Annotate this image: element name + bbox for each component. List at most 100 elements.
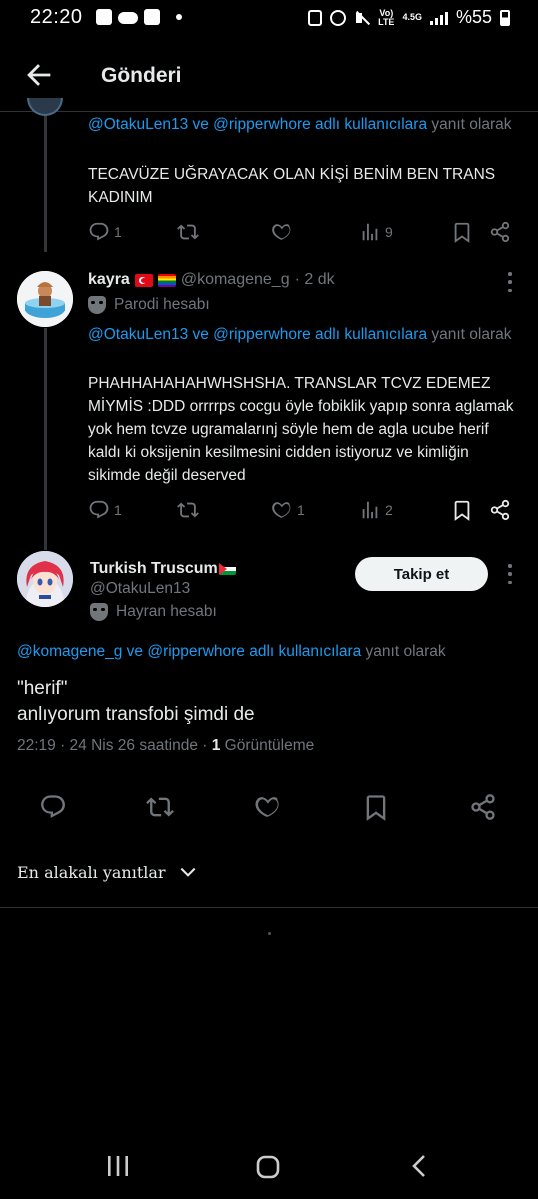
battery-text: %55 <box>455 7 492 27</box>
views-button[interactable]: 9 <box>359 220 393 244</box>
views-label: Görüntüleme <box>224 737 315 754</box>
cloud-icon <box>118 12 138 24</box>
views-icon <box>362 501 378 519</box>
share-icon <box>490 221 510 243</box>
reply-to-suffix: yanıt olarak <box>365 643 446 660</box>
box-icon <box>144 9 160 25</box>
retweet-button[interactable] <box>146 793 176 823</box>
reply-icon <box>41 795 65 818</box>
tweet-text-line: anlıyorum transfobi şimdi de <box>17 704 255 725</box>
thread-line <box>44 328 47 550</box>
author-row: kayra @komagene_g · 2 dk <box>88 271 335 289</box>
avatar-image <box>17 551 73 607</box>
tweet-text-line: "herif" <box>17 678 68 699</box>
main-tweet-actions <box>0 793 538 823</box>
views-button[interactable]: 2 <box>359 498 393 522</box>
reply-button[interactable]: 1 <box>88 498 122 522</box>
bookmark-button[interactable] <box>362 793 392 823</box>
avatar[interactable] <box>17 271 73 327</box>
status-time: 22:20 <box>30 6 83 28</box>
reply-to-links[interactable]: @komagene_g ve @ripperwhore adlı kullanı… <box>17 643 361 660</box>
signal-icon <box>429 11 448 25</box>
tweet-timestamp: 22:19 · 24 Nis 26 saatinde · <box>17 737 208 754</box>
home-icon <box>256 1155 280 1179</box>
reply-context: @OtakuLen13 ve @ripperwhore adlı kullanı… <box>88 324 518 346</box>
reply-button[interactable]: 1 <box>88 220 122 244</box>
like-button[interactable] <box>271 220 293 244</box>
clipboard-icon <box>308 9 323 26</box>
mask-icon <box>90 603 108 621</box>
reply-to-links[interactable]: @OtakuLen13 ve @ripperwhore adlı kullanı… <box>88 326 427 343</box>
tweet-actions: 1 9 <box>88 220 518 244</box>
box-icon <box>96 9 112 25</box>
avatar-image <box>17 271 73 327</box>
thread-line <box>44 112 47 252</box>
mask-icon <box>88 296 106 314</box>
top-header: Gönderi <box>0 46 538 112</box>
retweet-icon <box>177 224 199 240</box>
reply-to-suffix: yanıt olarak <box>431 326 512 343</box>
divider <box>0 907 538 908</box>
recent-apps-icon <box>108 1156 128 1176</box>
views-count: 2 <box>385 502 393 518</box>
heart-icon <box>272 224 291 240</box>
volte-icon: Vo) LTE <box>378 7 395 27</box>
like-count: 1 <box>297 502 305 518</box>
share-icon <box>490 499 510 521</box>
retweet-icon <box>146 797 174 817</box>
retweet-button[interactable] <box>177 498 199 522</box>
chevron-down-icon <box>180 867 195 877</box>
more-options-button[interactable] <box>507 272 513 292</box>
rainbow-flag-icon <box>157 273 176 287</box>
reply-count: 1 <box>114 502 122 518</box>
retweet-icon <box>177 502 199 518</box>
arrow-left-icon <box>27 64 51 86</box>
share-button[interactable] <box>469 793 499 823</box>
author-handle[interactable]: @komagene_g <box>181 271 290 289</box>
bookmark-button[interactable] <box>451 498 473 522</box>
sort-label: En alakalı yanıtlar <box>17 862 166 882</box>
back-button[interactable] <box>22 58 56 92</box>
tweet-text: PHAHHAHAHAHWHSHSHA. TRANSLAR TCVZ EDEMEZ… <box>88 375 514 484</box>
follow-button[interactable]: Takip et <box>355 557 488 591</box>
bookmark-icon <box>454 500 470 521</box>
retweet-button[interactable] <box>177 220 199 244</box>
share-button[interactable] <box>489 220 511 244</box>
reply-context: @komagene_g ve @ripperwhore adlı kullanı… <box>17 641 527 663</box>
reply-icon <box>89 500 109 519</box>
turkey-flag-icon <box>134 273 153 287</box>
reply-to-links[interactable]: @OtakuLen13 ve @ripperwhore adlı kullanı… <box>88 116 427 133</box>
battery-icon <box>500 9 510 26</box>
bookmark-button[interactable] <box>451 220 473 244</box>
reply-count: 1 <box>114 224 122 240</box>
system-nav-bar <box>0 1140 538 1199</box>
avatar[interactable] <box>27 98 63 116</box>
share-button[interactable] <box>489 498 511 522</box>
reply-context: @OtakuLen13 ve @ripperwhore adlı kullanı… <box>88 114 518 136</box>
back-nav-button[interactable] <box>408 1154 432 1183</box>
reply-to-suffix: yanıt olarak <box>431 116 512 133</box>
tweet-meta: 22:19 · 24 Nis 26 saatinde · 1 Görüntüle… <box>17 737 314 755</box>
author-name[interactable]: kayra <box>88 271 130 289</box>
avatar[interactable] <box>17 551 73 607</box>
network-type: 4.5G <box>402 12 422 22</box>
like-button[interactable]: 1 <box>271 498 305 522</box>
author-handle[interactable]: @OtakuLen13 <box>90 580 190 598</box>
recent-apps-button[interactable] <box>106 1154 130 1183</box>
views-icon <box>362 223 378 241</box>
author-row: Turkish Truscum <box>90 560 236 578</box>
home-button[interactable] <box>255 1154 281 1185</box>
chevron-left-icon <box>412 1155 425 1177</box>
tweet-time: · 2 dk <box>294 271 335 288</box>
reply-icon <box>89 222 109 241</box>
share-icon <box>471 794 495 820</box>
author-name[interactable]: Turkish Truscum <box>90 560 218 578</box>
bookmark-icon <box>366 795 386 821</box>
account-label-text: Hayran hesabı <box>116 603 217 620</box>
reply-sort-dropdown[interactable]: En alakalı yanıtlar <box>17 862 198 882</box>
reply-button[interactable] <box>39 793 69 823</box>
more-options-button[interactable] <box>507 564 513 584</box>
account-label: Hayran hesabı <box>90 603 217 621</box>
palestine-flag-icon <box>218 563 236 575</box>
like-button[interactable] <box>254 793 284 823</box>
